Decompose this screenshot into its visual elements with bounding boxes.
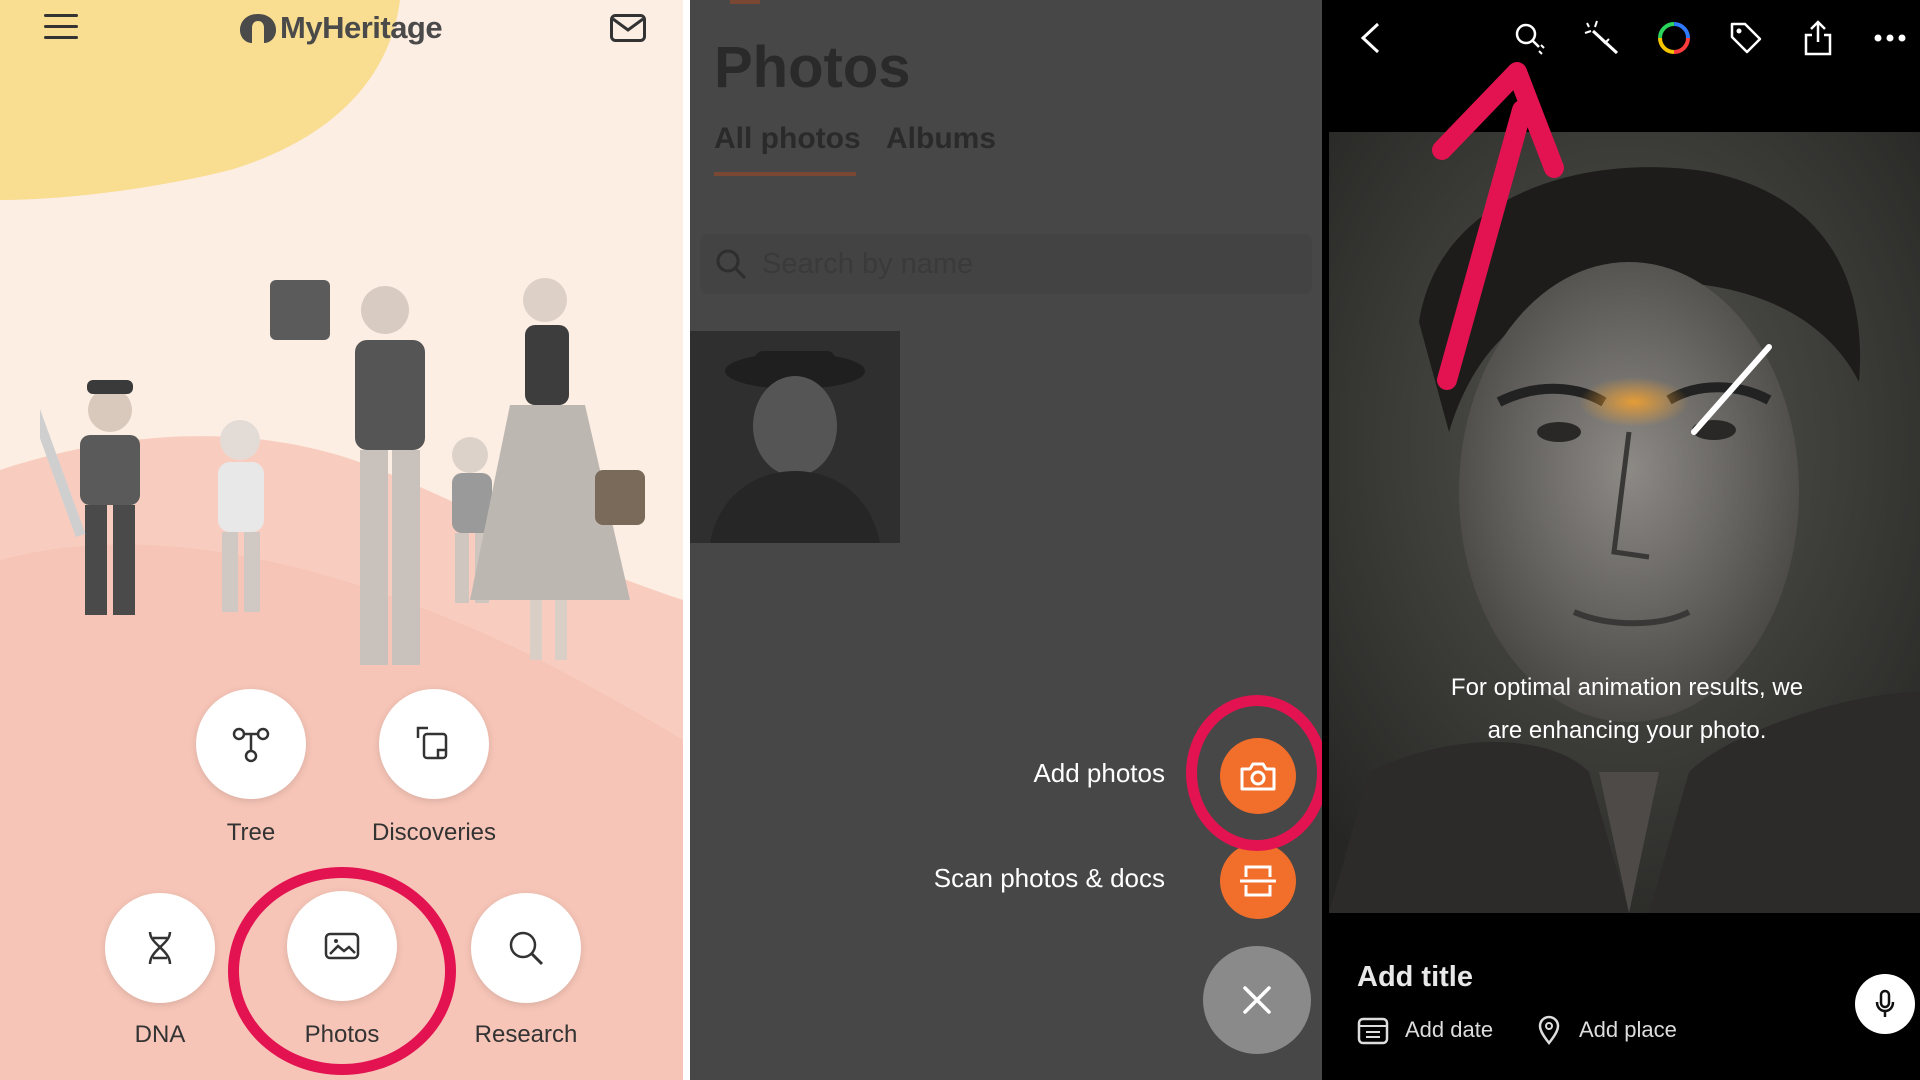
add-date-button[interactable]: Add date	[1357, 1015, 1493, 1045]
research-label: Research	[474, 1021, 578, 1048]
annotation-arrow	[1432, 62, 1564, 390]
add-title[interactable]: Add title	[1357, 961, 1473, 994]
panel-divider	[683, 0, 690, 1080]
microphone-button[interactable]	[1855, 974, 1915, 1034]
family-illustration	[40, 278, 645, 665]
scan-photos-button[interactable]	[1220, 843, 1296, 919]
discoveries-icon	[416, 726, 448, 760]
logo-text: MyHeritage	[280, 10, 443, 45]
discoveries-label: Discoveries	[371, 819, 497, 846]
search-icon	[509, 931, 544, 966]
annotation-highlight-add-photos	[1186, 695, 1322, 851]
home-screen: MyHeritage Tree Discoveries DNA Photos R…	[0, 0, 683, 1080]
myheritage-logo-icon	[240, 14, 276, 43]
mail-icon[interactable]	[610, 14, 646, 42]
search-placeholder: Search by name	[762, 247, 974, 280]
add-place-label: Add place	[1579, 1017, 1677, 1042]
scan-photos-label[interactable]: Scan photos & docs	[790, 863, 1165, 894]
search-input[interactable]: Search by name	[700, 234, 1312, 294]
dna-label: DNA	[134, 1021, 186, 1048]
add-date-label: Add date	[1405, 1017, 1494, 1042]
close-icon	[1243, 986, 1271, 1014]
annotation-highlight-photos	[228, 867, 456, 1075]
research-button[interactable]	[471, 893, 581, 1003]
hamburger-icon[interactable]	[44, 12, 78, 42]
photo-viewer: For optimal animation results, we are en…	[1322, 0, 1920, 1080]
portrait-thumbnail-image	[710, 351, 880, 543]
location-pin-icon	[1538, 1015, 1560, 1045]
tab-albums[interactable]: Albums	[886, 122, 996, 156]
enhancing-message: For optimal animation results, we are en…	[1450, 674, 1804, 744]
dna-button[interactable]	[105, 893, 215, 1003]
myheritage-logo: MyHeritage	[236, 8, 443, 48]
dna-icon	[148, 931, 172, 965]
page-title: Photos	[714, 35, 911, 100]
status-indicator	[730, 0, 760, 4]
calendar-icon	[1357, 1017, 1389, 1045]
discoveries-button[interactable]	[379, 689, 489, 799]
photos-screen: Photos All photos Albums Search by name …	[690, 0, 1322, 1080]
add-place-button[interactable]: Add place	[1537, 1015, 1677, 1045]
search-icon	[716, 249, 747, 280]
tree-icon	[232, 727, 270, 763]
active-tab-underline	[714, 172, 856, 176]
photo-thumbnail[interactable]	[690, 331, 900, 543]
tree-button[interactable]	[196, 689, 306, 799]
add-photos-label[interactable]: Add photos	[890, 758, 1165, 789]
close-menu-button[interactable]	[1203, 946, 1311, 1054]
microphone-icon	[1875, 989, 1895, 1017]
tree-label: Tree	[226, 819, 276, 846]
scan-icon	[1240, 865, 1276, 897]
tab-all-photos[interactable]: All photos	[714, 122, 861, 156]
